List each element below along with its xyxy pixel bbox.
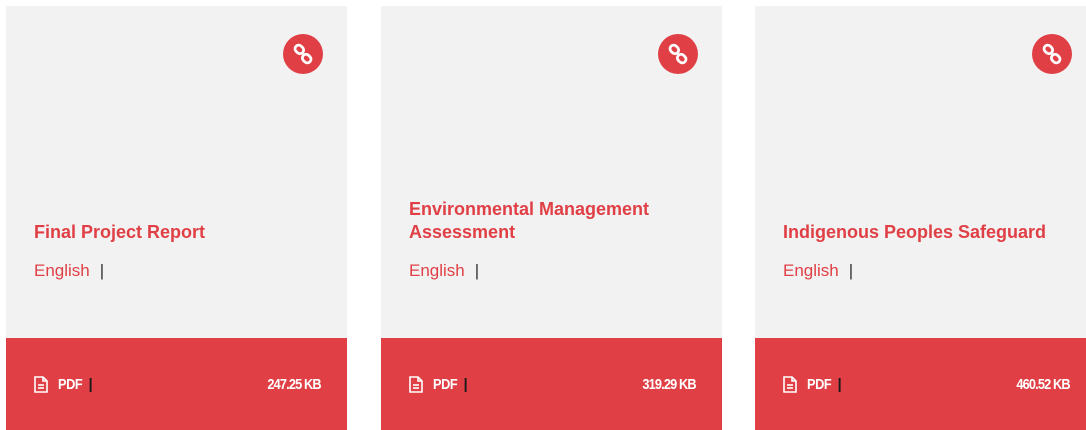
language-link[interactable]: English [34,261,90,280]
language-separator: | [474,261,480,280]
document-card[interactable]: Environmental Management Assessment Engl… [381,6,722,430]
file-type-label: PDF [807,375,832,393]
language-link[interactable]: English [783,261,839,280]
link-icon[interactable] [1032,34,1072,74]
document-icon [783,375,797,393]
download-bar[interactable]: PDF | 247.25 KB [6,338,347,430]
card-body: Environmental Management Assessment Engl… [409,198,710,283]
document-card[interactable]: Final Project Report English | PDF | 247.… [6,6,347,430]
language-link[interactable]: English [409,261,465,280]
file-separator: | [463,375,468,393]
language-row: English | [34,259,335,283]
language-separator: | [848,261,854,280]
document-icon [34,375,48,393]
link-icon[interactable] [658,34,698,74]
document-title[interactable]: Final Project Report [34,221,335,244]
document-card[interactable]: Indigenous Peoples Safeguard English | PD… [755,6,1086,430]
document-title[interactable]: Indigenous Peoples Safeguard [783,221,1084,244]
card-body: Indigenous Peoples Safeguard English | [783,221,1084,283]
download-bar[interactable]: PDF | 460.52 KB [755,338,1086,430]
document-icon [409,375,423,393]
language-row: English | [783,259,1084,283]
file-separator: | [837,375,842,393]
file-separator: | [88,375,93,393]
file-type-label: PDF [58,375,83,393]
file-size-label: 460.52 KB [1016,375,1071,393]
card-body: Final Project Report English | [34,221,335,283]
download-bar[interactable]: PDF | 319.29 KB [381,338,722,430]
link-icon[interactable] [283,34,323,74]
language-row: English | [409,259,710,283]
language-separator: | [99,261,105,280]
file-size-label: 247.25 KB [267,375,322,393]
file-type-label: PDF [433,375,458,393]
file-size-label: 319.29 KB [642,375,697,393]
document-title[interactable]: Environmental Management Assessment [409,198,710,244]
document-card-list: Final Project Report English | PDF | 247.… [0,0,1086,430]
